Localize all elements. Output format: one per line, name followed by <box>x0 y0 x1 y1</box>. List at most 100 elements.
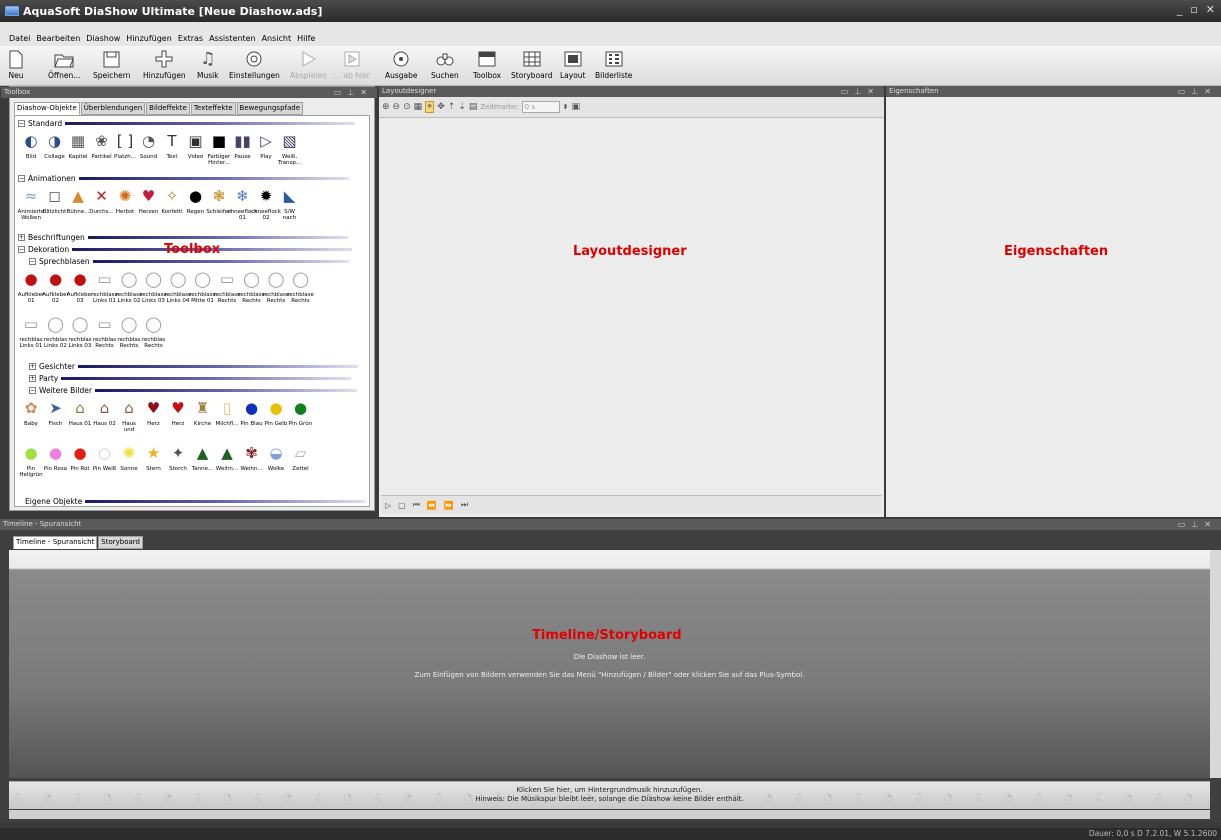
menu-ansicht[interactable]: Ansicht <box>262 34 292 43</box>
zoom-in-icon[interactable]: ⊕ <box>382 102 390 112</box>
toolbox-item[interactable]: ◯ rechblas Links 03 <box>68 314 92 350</box>
toolbox-item[interactable]: ✧ Konfetti <box>160 186 184 216</box>
toolbox-item[interactable]: ◑ Collage <box>43 131 67 161</box>
collapse-icon[interactable]: − <box>18 120 25 127</box>
toolbox-item[interactable]: T Text <box>160 131 184 161</box>
timeline-track-area[interactable]: Timeline/Storyboard Die Diashow ist leer… <box>9 550 1210 778</box>
toolbox-item[interactable]: ➤ Fisch <box>44 398 68 428</box>
output-button[interactable]: Ausgabe <box>385 49 418 80</box>
section-weitere-bilder[interactable]: − Weitere Bilder <box>29 386 357 395</box>
search-button[interactable]: Suchen <box>431 49 459 80</box>
panel-buttons[interactable]: ▭⊥✕ <box>334 87 373 98</box>
toolbox-item[interactable]: ● Regen <box>184 186 208 216</box>
toolbox-item[interactable]: ◯ rechblas Rechts <box>142 314 166 350</box>
align-icon[interactable]: ✥ <box>437 102 445 112</box>
minimize-icon[interactable]: _ <box>1177 3 1183 16</box>
section-beschriftungen[interactable]: + Beschriftungen <box>18 233 348 242</box>
toolbox-item[interactable]: ⌂ Haus 01 <box>68 398 92 428</box>
music-button[interactable]: ♫ Musik <box>197 49 219 80</box>
save-frame-icon[interactable]: ▣ <box>572 102 581 112</box>
next-frame-icon[interactable]: ⏩ <box>444 501 454 510</box>
restore-icon[interactable]: ▫ <box>1190 3 1197 16</box>
menu-extras[interactable]: Extras <box>178 34 203 43</box>
toolbox-item[interactable]: ▭ rechblas Links 01 <box>19 314 43 350</box>
bring-forward-icon[interactable]: ⇡ <box>448 102 456 112</box>
tab-timeline[interactable]: Timeline - Spuransicht <box>13 536 98 549</box>
zeitmarke-input[interactable]: 0 s <box>521 101 560 113</box>
panel-buttons[interactable]: ▭⊥✕ <box>841 86 880 97</box>
section-party[interactable]: + Party <box>29 374 352 383</box>
expand-icon[interactable]: + <box>18 234 25 241</box>
toolbox-item[interactable]: ● Pin Rosa <box>44 443 68 473</box>
stop-icon[interactable]: ▢ <box>398 501 406 510</box>
toolbox-item[interactable]: ✦ Storch <box>166 443 190 473</box>
toolbox-item[interactable]: ✿ Baby <box>19 398 43 428</box>
toolbox-item[interactable]: ✕ Durchs... <box>89 186 113 216</box>
toolbox-item[interactable]: ≈ Animierte Wolken <box>18 186 45 222</box>
new-button[interactable]: Neu <box>6 49 26 80</box>
toolbox-item[interactable]: ⌂ Haus und <box>117 398 141 434</box>
toolbox-button[interactable]: Toolbox <box>473 49 501 80</box>
menu-assistenten[interactable]: Assistenten <box>209 34 255 43</box>
toolbox-item[interactable]: ● Pin Blau <box>240 398 264 428</box>
toolbox-item[interactable]: ▭ rechblas Rechts <box>93 314 117 350</box>
menu-bearbeiten[interactable]: Bearbeiten <box>36 34 80 43</box>
tab-bildeffekte[interactable]: Bildeffekte <box>146 102 190 115</box>
settings-button[interactable]: Einstellungen <box>229 49 280 80</box>
toolbox-item[interactable]: ● Aufkleber 01 <box>18 269 44 305</box>
toolbox-item[interactable]: ◯ rechblase Links 04 <box>165 269 192 305</box>
toolbox-item[interactable]: ▮▮ Pause <box>231 131 255 161</box>
section-sprechblasen[interactable]: − Sprechblasen <box>29 257 349 266</box>
toolbox-item[interactable]: ★ Stern <box>142 443 166 473</box>
first-frame-icon[interactable]: ⏮ <box>413 500 420 510</box>
open-button[interactable]: Öffnen... <box>48 49 80 80</box>
menu-datei[interactable]: Datei <box>9 34 30 43</box>
tab-texteffekte[interactable]: Texteffekte <box>190 102 236 115</box>
tab-ueberblendungen[interactable]: Überblendungen <box>80 102 146 115</box>
toolbox-item[interactable]: ▲ Weihn... <box>215 443 239 473</box>
zoom-fit-icon[interactable]: ⊙ <box>403 102 411 112</box>
play-icon[interactable]: ▷ <box>385 501 391 510</box>
toolbox-item[interactable]: ♥ Herz <box>166 398 190 428</box>
toolbox-item[interactable]: ▣ Video <box>184 131 208 161</box>
expand-icon[interactable]: + <box>29 375 36 382</box>
toolbox-item[interactable]: ● Pin Grün <box>289 398 313 428</box>
snap-icon[interactable]: ⌖ <box>425 101 435 113</box>
section-animationen[interactable]: − Animationen <box>18 174 349 183</box>
image-list-button[interactable]: Bilderliste <box>595 49 632 80</box>
panel-buttons[interactable]: ▭⊥✕ <box>1178 519 1217 530</box>
toolbox-item[interactable]: ◯ rechblase Links 03 <box>140 269 167 305</box>
toolbox-item[interactable]: ◒ Wolke <box>264 443 288 473</box>
toolbox-item[interactable]: ◻ Blitzlicht <box>43 186 67 216</box>
add-button[interactable]: Hinzufügen <box>143 49 186 80</box>
save-button[interactable]: Speichern <box>93 49 130 80</box>
menu-diashow[interactable]: Diashow <box>86 34 120 43</box>
toolbox-item[interactable]: ♜ Kirche <box>191 398 215 428</box>
toolbox-item[interactable]: ● Aufkleber 02 <box>42 269 68 305</box>
toolbox-item[interactable]: ◯ rechblase Rechts <box>263 269 290 305</box>
toolbox-item[interactable]: ● Pin Gelb <box>264 398 288 428</box>
expand-icon[interactable]: + <box>29 363 36 370</box>
tab-diashow-objekte[interactable]: Diashow-Objekte <box>14 102 80 115</box>
panel-buttons[interactable]: ▭⊥✕ <box>1178 86 1217 97</box>
toolbox-item[interactable]: ◯ rechblase Rechts <box>238 269 265 305</box>
toolbox-item[interactable]: ▷ Play <box>254 131 278 161</box>
toolbox-item[interactable]: ○ Pin Weiß <box>93 443 117 473</box>
toolbox-item[interactable]: ▲ Bühne... <box>66 186 90 216</box>
toolbox-item[interactable]: ◔ Sound <box>137 131 161 161</box>
zoom-out-icon[interactable]: ⊖ <box>393 102 401 112</box>
toolbox-item[interactable]: ▭ rechblase Links 01 <box>91 269 118 305</box>
toolbox-item[interactable]: ✾ Weihn... <box>240 443 264 473</box>
toolbox-item[interactable]: ● Pin Hellgrün <box>19 443 43 479</box>
arrange-icon[interactable]: ▤ <box>469 102 478 112</box>
last-frame-icon[interactable]: ⏭ <box>461 500 468 510</box>
tab-bewegungspfade[interactable]: Bewegungspfade <box>236 102 304 115</box>
grid-icon[interactable]: ▦ <box>414 102 423 112</box>
toolbox-item[interactable]: ◯ rechblase Rechts <box>287 269 314 305</box>
storyboard-button[interactable]: Storyboard <box>511 49 552 80</box>
toolbox-item[interactable]: ▭ rechblase Rechts <box>214 269 241 305</box>
previous-frame-icon[interactable]: ⏪ <box>427 501 437 510</box>
section-standard[interactable]: − Standard <box>18 119 356 128</box>
toolbox-item[interactable]: ▦ Kapitel <box>66 131 90 161</box>
menu-hilfe[interactable]: Hilfe <box>297 34 315 43</box>
